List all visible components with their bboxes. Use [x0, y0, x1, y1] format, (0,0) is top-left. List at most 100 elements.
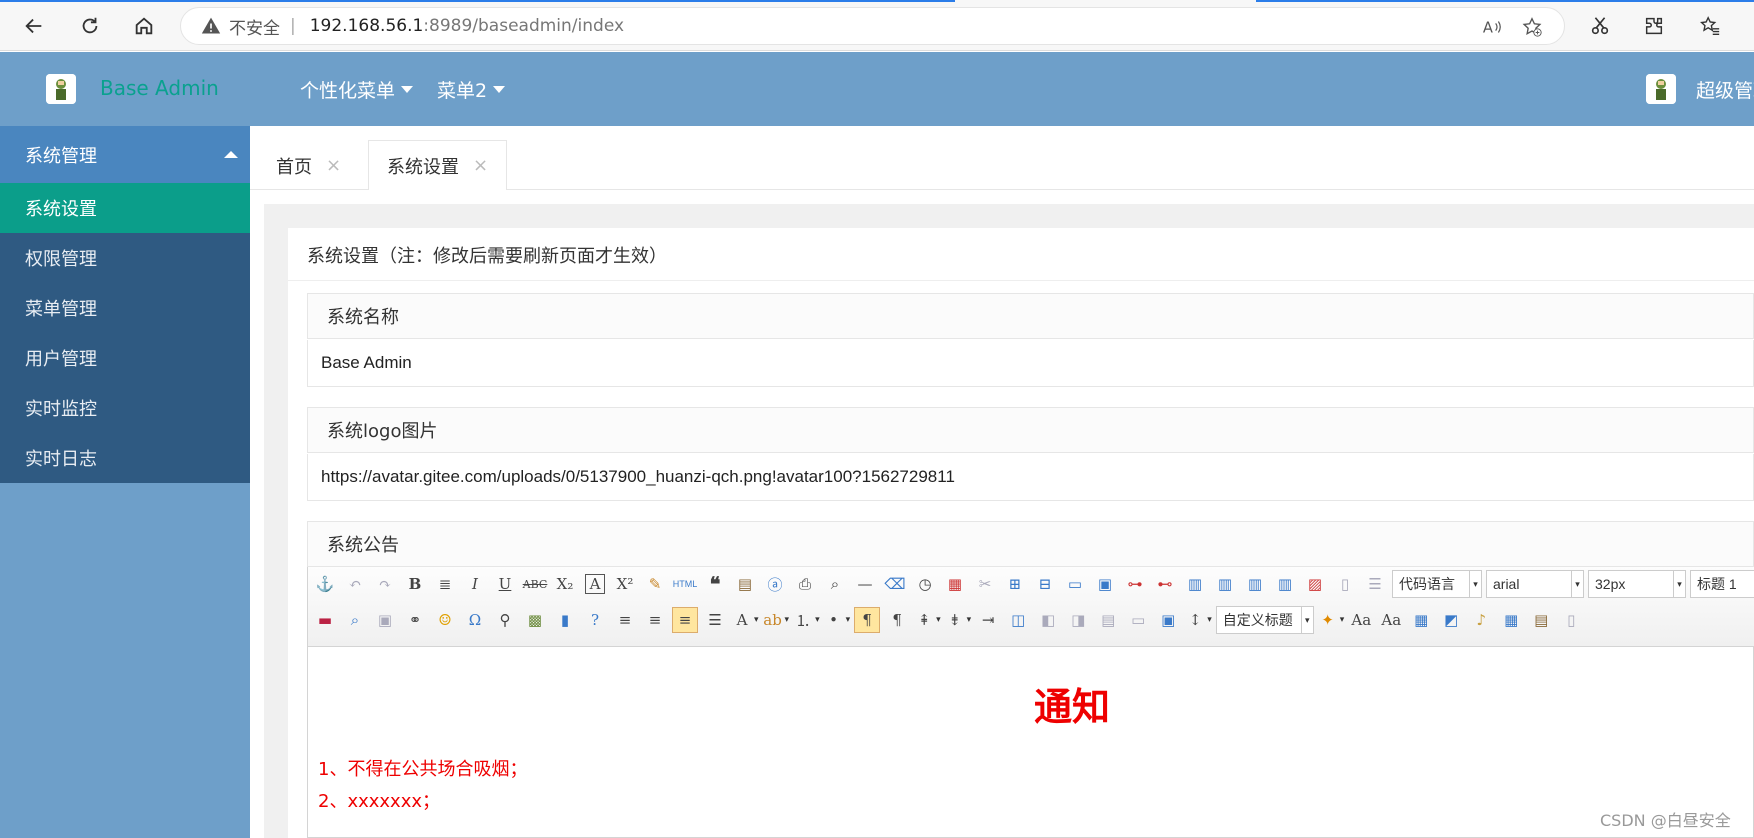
- align-left-icon[interactable]: ≡: [612, 607, 638, 633]
- favorites-icon[interactable]: [1694, 10, 1726, 42]
- bold-icon[interactable]: B: [402, 571, 428, 597]
- strikethrough-icon[interactable]: ABC: [522, 571, 548, 597]
- brand-name[interactable]: Base Admin: [100, 76, 219, 100]
- image-right-icon[interactable]: ◨: [1065, 607, 1091, 633]
- ordered-list-icon[interactable]: ⒈: [793, 607, 813, 633]
- case-lower-icon[interactable]: Aa: [1378, 607, 1404, 633]
- favorite-add-icon[interactable]: [1521, 8, 1543, 46]
- table-split-icon[interactable]: ▥: [1212, 571, 1238, 597]
- row-spacing-bottom-icon[interactable]: ⇟: [945, 607, 965, 633]
- blockquote-icon[interactable]: ❝: [702, 571, 728, 597]
- dropdown-arrow-icon[interactable]: ▾: [815, 615, 820, 625]
- search-replace-icon[interactable]: ⚲: [492, 607, 518, 633]
- redo-icon[interactable]: ↷: [372, 571, 398, 597]
- delete-row-icon[interactable]: ⊶: [1122, 571, 1148, 597]
- close-icon[interactable]: ×: [473, 155, 488, 176]
- paste-plain-icon[interactable]: ▤: [1528, 607, 1554, 633]
- print-icon[interactable]: ⎙: [792, 571, 818, 597]
- sidebar-item-permissions[interactable]: 权限管理: [0, 233, 250, 283]
- directory-icon[interactable]: ☰: [1362, 571, 1388, 597]
- sidebar-item-users[interactable]: 用户管理: [0, 333, 250, 383]
- insert-row-icon[interactable]: ⊞: [1002, 571, 1028, 597]
- image-icon[interactable]: ▬: [312, 607, 338, 633]
- multi-image-icon[interactable]: ▣: [372, 607, 398, 633]
- page-break-icon[interactable]: ▯: [1332, 571, 1358, 597]
- format-brush-icon[interactable]: ✎: [642, 571, 668, 597]
- paste-icon[interactable]: ▤: [732, 571, 758, 597]
- music-icon[interactable]: ♪: [1468, 607, 1494, 633]
- image-none-icon[interactable]: ◫: [1005, 607, 1031, 633]
- logo-url-input[interactable]: https://avatar.gitee.com/uploads/0/51379…: [307, 454, 1754, 501]
- rtl-icon[interactable]: ¶: [884, 607, 910, 633]
- dropdown-arrow-icon[interactable]: ▾: [1340, 615, 1345, 625]
- address-bar[interactable]: 不安全 | 192.168.56.1:8989/baseadmin/index …: [180, 7, 1565, 45]
- home-icon[interactable]: [128, 10, 160, 42]
- avatar[interactable]: [1646, 74, 1676, 104]
- autotypeset-icon[interactable]: ✦: [1318, 607, 1338, 633]
- line-height-icon[interactable]: ↕: [1185, 607, 1205, 633]
- html-icon[interactable]: HTML: [672, 571, 698, 597]
- custom-title-select[interactable]: 自定义标题 ▾: [1215, 606, 1314, 634]
- align-justify-icon[interactable]: ☰: [702, 607, 728, 633]
- drafts-icon[interactable]: ▯: [1558, 607, 1584, 633]
- refresh-icon[interactable]: [74, 10, 106, 42]
- table-icon[interactable]: ▥: [1182, 571, 1208, 597]
- top-menu-menu2[interactable]: 菜单2: [437, 76, 506, 103]
- sidebar-item-monitor[interactable]: 实时监控: [0, 383, 250, 433]
- notice-line-1[interactable]: 1、不得在公共场合吸烟；: [318, 755, 527, 781]
- emoji-icon[interactable]: ☺: [432, 607, 458, 633]
- snapshot-icon[interactable]: ▣: [1155, 607, 1181, 633]
- date-icon[interactable]: ▦: [942, 571, 968, 597]
- insert-col-icon[interactable]: ⊟: [1032, 571, 1058, 597]
- sidebar-group-system[interactable]: 系统管理: [0, 126, 250, 183]
- read-aloud-icon[interactable]: A: [1481, 8, 1503, 46]
- clear-format-icon[interactable]: ✂: [972, 571, 998, 597]
- subscript-icon[interactable]: X₂: [552, 571, 578, 597]
- cell-props-icon[interactable]: ▥: [1272, 571, 1298, 597]
- font-color-icon[interactable]: A: [732, 607, 752, 633]
- image-center-icon[interactable]: ▤: [1095, 607, 1121, 633]
- indent-icon[interactable]: ≣: [432, 571, 458, 597]
- notice-heading[interactable]: 通知: [1034, 676, 1110, 731]
- ltr-icon[interactable]: ¶: [854, 607, 881, 633]
- unordered-list-icon[interactable]: •: [824, 607, 844, 633]
- dropdown-arrow-icon[interactable]: ▾: [846, 615, 851, 625]
- case-upper-icon[interactable]: Aa: [1348, 607, 1374, 633]
- top-menu-personalized[interactable]: 个性化菜单: [300, 76, 414, 103]
- image-block-icon[interactable]: ▭: [1125, 607, 1151, 633]
- superscript-icon[interactable]: X²: [612, 571, 638, 597]
- underline-icon[interactable]: U: [492, 571, 518, 597]
- delete-table-icon[interactable]: ▨: [1302, 571, 1328, 597]
- font-border-icon[interactable]: A: [585, 574, 605, 594]
- sidebar-item-menus[interactable]: 菜单管理: [0, 283, 250, 333]
- dropdown-arrow-icon[interactable]: ▾: [785, 615, 790, 625]
- video-icon[interactable]: ▮: [552, 607, 578, 633]
- horizontal-rule-icon[interactable]: —: [852, 571, 878, 597]
- special-char-icon[interactable]: Ω: [462, 607, 488, 633]
- italic-icon[interactable]: I: [462, 571, 488, 597]
- insert-table-icon[interactable]: ▦: [1498, 607, 1524, 633]
- image-left-icon[interactable]: ◧: [1035, 607, 1061, 633]
- dropdown-arrow-icon[interactable]: ▾: [754, 615, 759, 625]
- time-icon[interactable]: ◷: [912, 571, 938, 597]
- insert-frame-icon[interactable]: ▩: [522, 607, 548, 633]
- extensions-icon[interactable]: [1638, 10, 1670, 42]
- delete-col-icon[interactable]: ⊷: [1152, 571, 1178, 597]
- notice-line-2[interactable]: 2、xxxxxxx；: [318, 787, 440, 813]
- code-language-select[interactable]: 代码语言 ▾: [1392, 570, 1482, 598]
- back-icon[interactable]: [18, 10, 50, 42]
- anchor-icon[interactable]: ⚓: [312, 571, 338, 597]
- table-props-icon[interactable]: ▥: [1242, 571, 1268, 597]
- eraser-icon[interactable]: ⌫: [882, 571, 908, 597]
- help-icon[interactable]: ?: [582, 607, 608, 633]
- dropdown-arrow-icon[interactable]: ▾: [1207, 615, 1212, 625]
- close-icon[interactable]: ×: [326, 155, 341, 176]
- highlight-icon[interactable]: ab: [763, 607, 783, 633]
- row-spacing-top-icon[interactable]: ⇞: [914, 607, 934, 633]
- merge-right-icon[interactable]: ▣: [1092, 571, 1118, 597]
- sys-name-input[interactable]: Base Admin: [307, 340, 1754, 387]
- align-right-icon[interactable]: ≡: [642, 607, 668, 633]
- link-icon[interactable]: ⚭: [402, 607, 428, 633]
- dropdown-arrow-icon[interactable]: ▾: [967, 615, 972, 625]
- merge-cells-icon[interactable]: ▭: [1062, 571, 1088, 597]
